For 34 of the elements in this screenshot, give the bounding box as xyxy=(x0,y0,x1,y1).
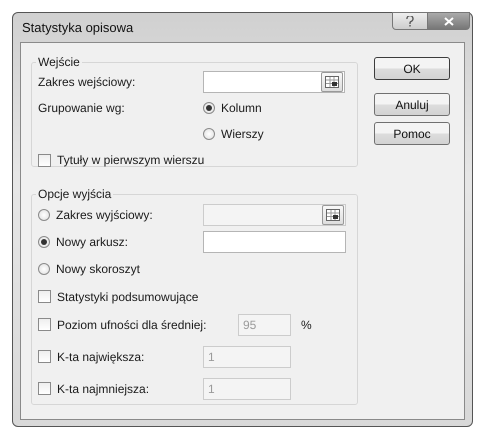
unit-label: % xyxy=(301,318,312,332)
dialog-button[interactable]: Anuluj xyxy=(374,93,450,116)
text-field[interactable] xyxy=(203,71,345,93)
group-legend: Wejście xyxy=(36,55,82,69)
checkbox[interactable] xyxy=(38,154,51,166)
help-icon xyxy=(406,16,414,26)
close-icon xyxy=(444,16,454,26)
group-legend: Opcje wyjścia xyxy=(36,187,114,201)
option-label: Grupowanie wg: xyxy=(38,101,125,115)
radio-button[interactable] xyxy=(203,128,215,140)
option-label: Wierszy xyxy=(221,127,264,141)
option-label: Zakres wyjściowy: xyxy=(56,208,153,222)
radio-button[interactable] xyxy=(38,262,50,274)
range-picker-button[interactable] xyxy=(321,72,343,92)
option-label: Poziom ufności dla średniej: xyxy=(57,318,206,332)
option-label: Kolumn xyxy=(221,101,262,115)
text-field[interactable] xyxy=(203,230,346,252)
option-label: Zakres wejściowy: xyxy=(38,75,136,89)
checkbox[interactable] xyxy=(38,290,51,303)
option-label: K-ta najmniejsza: xyxy=(57,382,150,396)
dialog-button[interactable]: Pomoc xyxy=(374,122,450,145)
option-label: K-ta największa: xyxy=(57,350,144,364)
option-label: Nowy arkusz: xyxy=(56,234,128,248)
range-picker-icon xyxy=(325,76,339,88)
radio-button[interactable] xyxy=(203,102,215,114)
window-title: Statystyka opisowa xyxy=(22,20,134,35)
help-button[interactable] xyxy=(392,12,428,30)
close-button[interactable] xyxy=(428,12,470,30)
dialog-button[interactable]: OK xyxy=(374,57,450,80)
radio-button[interactable] xyxy=(38,236,50,248)
option-label: Tytuły w pierwszym wierszu xyxy=(57,153,204,167)
option-label: Nowy skoroszyt xyxy=(56,262,140,276)
range-picker-icon xyxy=(326,208,340,220)
option-label: Statystyki podsumowujące xyxy=(57,290,198,304)
